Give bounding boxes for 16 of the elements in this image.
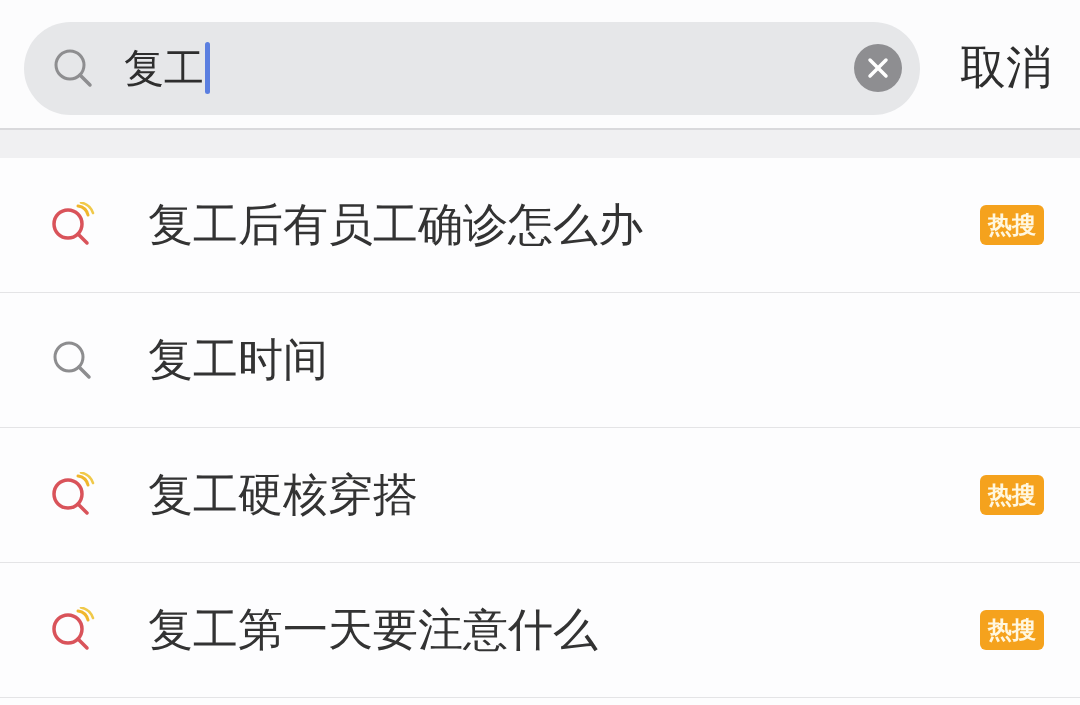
suggestion-text: 复工硬核穿搭 [148,468,418,522]
search-query: 复工 [124,44,204,92]
magnifier-with-arcs-icon [50,607,96,653]
cancel-button[interactable]: 取消 [960,37,1052,99]
magnifier-with-arcs-icon [50,202,96,248]
suggestion-text: 复工时间 [148,333,328,387]
hot-badge: 热搜 [980,204,1044,246]
search-field[interactable]: 复工 [24,21,920,115]
search-icon [52,47,94,89]
clear-button[interactable] [854,44,902,92]
suggestion-text: 复工第一天要注意什么 [148,603,598,657]
hot-badge: 热搜 [980,609,1044,651]
suggestion-text: 复工后有员工确诊怎么办 [148,198,643,252]
hot-badge: 热搜 [980,474,1044,516]
magnifier-with-arcs-icon [50,472,96,518]
clear-icon [854,44,902,92]
